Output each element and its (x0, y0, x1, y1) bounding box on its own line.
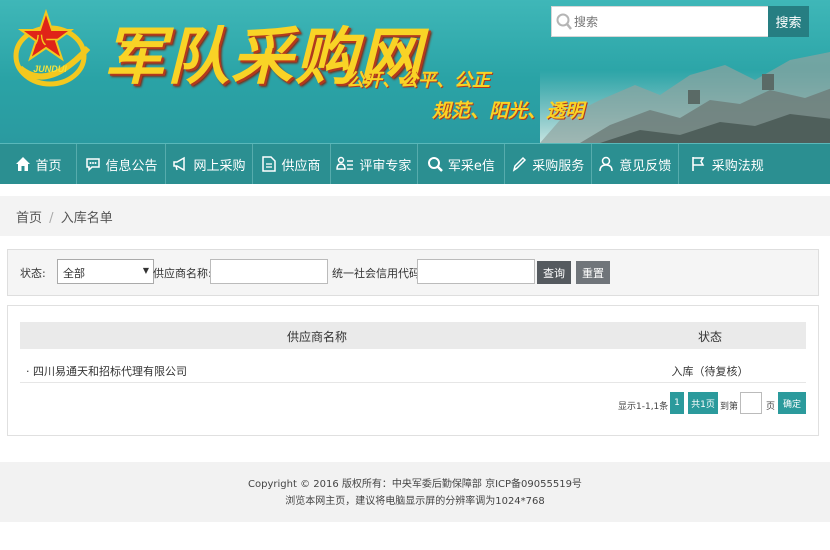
confirm-page-button[interactable]: 确定 (778, 392, 806, 414)
nav-item-e-letter[interactable]: 军采e信 (418, 144, 505, 184)
table-header: 供应商名称 状态 (20, 322, 806, 349)
nav-label: 信息公告 (105, 158, 158, 174)
resolution-note: 浏览本网主页，建议将电脑显示屏的分辨率调为1024*768 (285, 496, 545, 507)
status-select-value: 全部 (63, 267, 85, 280)
document-icon (262, 156, 277, 172)
home-icon (15, 157, 30, 171)
slogan-line-2: 规范、阳光、透明 (432, 100, 585, 122)
supplier-name-label: 供应商名称: (153, 267, 212, 280)
supplier-name-cell[interactable]: · 四川易通天和招标代理有限公司 (26, 363, 187, 379)
flag-icon (691, 157, 705, 171)
nav-item-services[interactable]: 采购服务 (505, 144, 592, 184)
breadcrumb-separator: / (49, 211, 54, 226)
person-list-icon (336, 156, 354, 170)
nav-item-home[interactable]: 首页 (0, 144, 78, 184)
nav-item-feedback[interactable]: 意见反馈 (592, 144, 679, 184)
search-box (551, 6, 769, 37)
nav-item-online-purchase[interactable]: 网上采购 (166, 144, 253, 184)
page-unit-label: 页 (766, 402, 776, 412)
filter-bar: 状态: 全部 ▼ 供应商名称: 统一社会信用代码: 查询 重置 (7, 249, 819, 296)
status-label: 状态: (20, 267, 46, 280)
breadcrumb-home-link[interactable]: 首页 (16, 211, 42, 226)
supplier-name-text[interactable]: 四川易通天和招标代理有限公司 (33, 365, 187, 378)
speech-bubble-icon (85, 158, 100, 172)
search-input[interactable] (574, 11, 764, 33)
search-icon (427, 157, 443, 172)
footer: Copyright © 2016 版权所有：中央军委后勤保障部 京ICP备090… (0, 462, 830, 522)
page-1-button[interactable]: 1 (670, 392, 684, 414)
svg-text:八一: 八一 (33, 33, 58, 47)
column-header-status: 状态 (697, 330, 722, 344)
person-icon (599, 156, 613, 172)
breadcrumb: 首页 / 入库名单 (0, 196, 830, 236)
table-row: · 四川易通天和招标代理有限公司 入库（待复核） (20, 356, 806, 383)
nav-item-suppliers[interactable]: 供应商 (253, 144, 331, 184)
nav-item-regulations[interactable]: 采购法规 (679, 144, 830, 184)
credit-code-label: 统一社会信用代码: (332, 267, 424, 280)
nav-label: 网上采购 (193, 158, 246, 174)
header-banner: 八一 JUNDUI 军队采购网 公开、公平、公正 规范、阳光、透明 搜索 (0, 0, 830, 143)
emblem-text: JUNDUI (33, 64, 67, 74)
pagination-info: 显示1-1,1条 (618, 402, 669, 412)
pen-icon (513, 156, 527, 172)
search-icon (556, 13, 572, 30)
slogan-line-1: 公开、公平、公正 (346, 70, 490, 91)
search-button[interactable]: 搜索 (768, 6, 809, 37)
results-panel: 供应商名称 状态 · 四川易通天和招标代理有限公司 入库（待复核） 显示1-1,… (7, 305, 819, 436)
credit-code-input[interactable] (417, 259, 535, 284)
nav-item-experts[interactable]: 评审专家 (331, 144, 418, 184)
supplier-name-input[interactable] (210, 259, 328, 284)
copyright-text: Copyright © 2016 版权所有：中央军委后勤保障部 京ICP备090… (248, 479, 582, 490)
goto-page-input[interactable] (740, 392, 762, 414)
breadcrumb-current: 入库名单 (60, 211, 113, 226)
column-header-supplier: 供应商名称 (286, 330, 347, 344)
nav-label: 采购法规 (711, 158, 764, 174)
main-nav: 首页 信息公告 网上采购 供应商 评审专家 军采e信 采购服务 意见反馈 采购法… (0, 143, 830, 184)
goto-label: 到第 (720, 402, 739, 412)
nav-label: 评审专家 (359, 158, 412, 174)
total-pages-button[interactable]: 共1页 (688, 392, 718, 414)
nav-label: 意见反馈 (619, 158, 672, 174)
nav-label: 供应商 (281, 158, 321, 174)
reset-button[interactable]: 重置 (576, 261, 610, 284)
megaphone-icon (173, 156, 186, 172)
nav-label: 军采e信 (447, 158, 495, 174)
status-select[interactable]: 全部 ▼ (57, 259, 154, 284)
dropdown-arrow-icon: ▼ (142, 266, 149, 275)
status-cell: 入库（待复核） (671, 365, 749, 378)
nav-item-announcements[interactable]: 信息公告 (77, 144, 166, 184)
army-emblem-icon: 八一 (13, 8, 91, 87)
nav-label: 采购服务 (532, 158, 585, 174)
nav-label: 首页 (35, 158, 62, 174)
great-wall-image (540, 52, 830, 143)
query-button[interactable]: 查询 (537, 261, 571, 284)
